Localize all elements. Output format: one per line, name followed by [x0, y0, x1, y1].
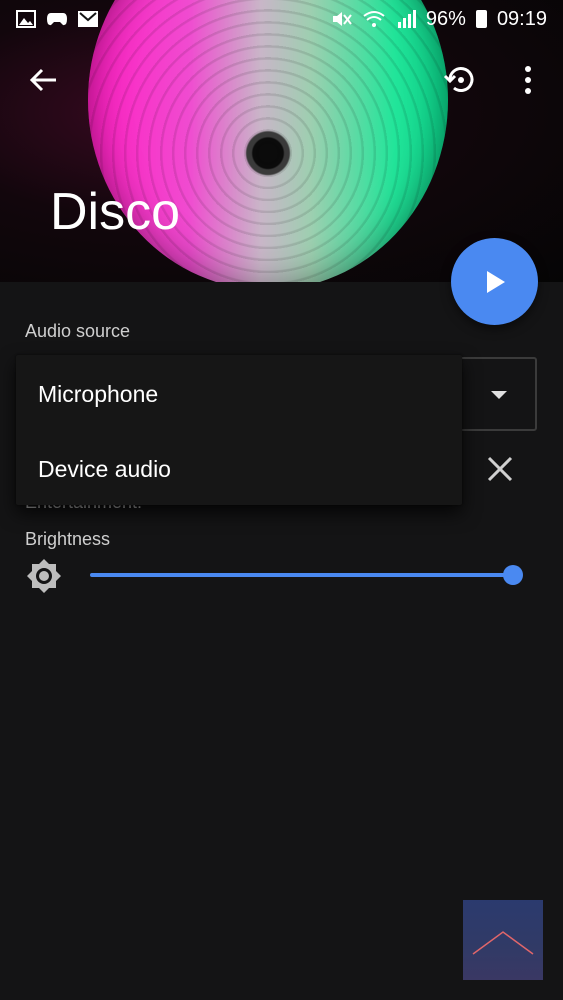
audio-source-label: Audio source [25, 321, 131, 341]
battery-percent: 96% [425, 7, 466, 30]
gmail-icon [78, 11, 98, 27]
close-icon[interactable] [485, 454, 515, 484]
menu-item-microphone[interactable]: Microphone [16, 357, 462, 432]
play-button[interactable] [451, 238, 538, 325]
status-right-icons: 96% 09:19 [332, 8, 547, 31]
brightness-slider-track[interactable] [90, 573, 513, 577]
signal-icon [397, 10, 416, 28]
top-app-bar [0, 50, 563, 110]
image-icon [16, 10, 36, 28]
clock: 09:19 [496, 7, 547, 30]
brightness-slider-thumb[interactable] [503, 565, 523, 585]
audio-source-menu: Microphone Device audio [16, 355, 462, 505]
status-left-icons [16, 10, 98, 28]
scroll-to-top-button[interactable] [463, 900, 543, 980]
status-bar: 96% 09:19 [0, 0, 563, 38]
play-icon [486, 270, 505, 293]
battery-icon [475, 10, 487, 28]
mute-icon [332, 12, 352, 26]
back-arrow-icon[interactable] [28, 64, 60, 96]
chevron-up-icon [472, 931, 534, 955]
wifi-icon [363, 11, 385, 27]
gamepad-icon [47, 13, 67, 26]
dropdown-arrow-icon[interactable] [491, 391, 507, 399]
brightness-icon [27, 559, 61, 593]
brightness-label: Brightness [25, 529, 111, 549]
page-title: Disco [50, 183, 181, 241]
history-icon[interactable] [442, 62, 478, 98]
more-vert-icon[interactable] [516, 64, 540, 96]
menu-item-device-audio[interactable]: Device audio [16, 432, 462, 507]
